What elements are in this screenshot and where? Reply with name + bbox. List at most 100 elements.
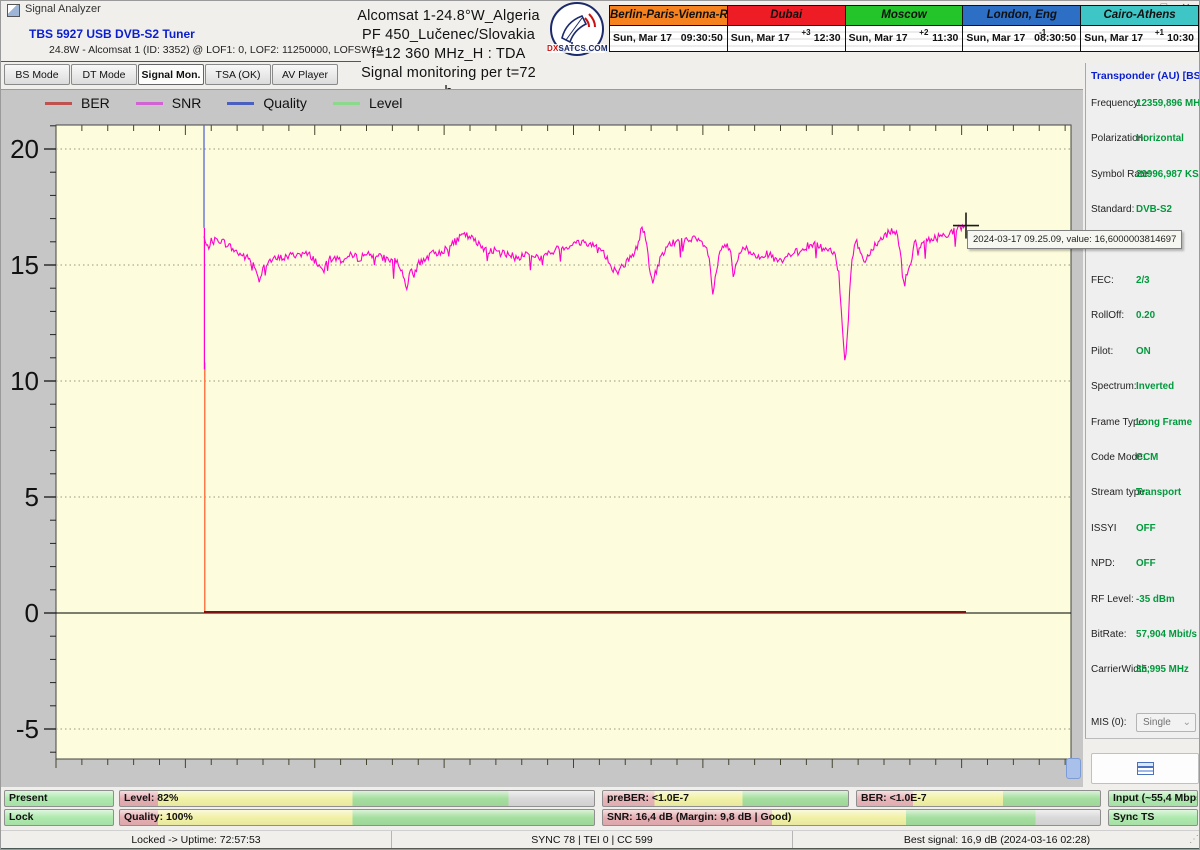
transponder-row: NPD: OFF <box>1086 558 1200 572</box>
indicator-label: BER: <1.0E-7 <box>861 792 927 804</box>
clock-city: Dubai <box>728 6 845 26</box>
signal-indicators: Present Level: 82% preBER: <1.0E-7 BER: <1.… <box>1 790 1200 828</box>
signal-chart[interactable]: 20151050-5 <box>1 90 1083 787</box>
transponder-row: Code Mode: CCM <box>1086 452 1200 466</box>
ber-indicator: BER: <1.0E-7 <box>856 790 1101 807</box>
signal-analyzer-window: Signal Analyzer □ ✕ TBS 5927 USB DVB-S2 … <box>0 0 1200 850</box>
row-value: -35 dBm <box>1136 594 1175 605</box>
status-best-signal: Best signal: 16,9 dB (2024-03-16 02:28) <box>793 831 1200 849</box>
transponder-row: Spectrum: Inverted <box>1086 381 1200 395</box>
world-clocks: Berlin-Paris-Vienna-Roma Sun, Mar 17 09:… <box>609 5 1199 52</box>
clock-london-eng: London, Eng Sun, Mar 17 -1 08:30:50 <box>963 6 1081 51</box>
present-indicator: Present <box>4 790 114 807</box>
legend-item-level: Level <box>333 95 402 111</box>
row-label: BitRate: <box>1091 629 1127 640</box>
legend-item-snr: SNR <box>136 95 202 111</box>
tab-signal-mon-[interactable]: Signal Mon. <box>138 64 204 85</box>
indicator-label: Quality: 100% <box>124 811 193 823</box>
row-label: FEC: <box>1091 275 1114 286</box>
row-label: Standard: <box>1091 204 1134 215</box>
row-label: RollOff: <box>1091 310 1124 321</box>
window-title: Signal Analyzer <box>25 3 101 15</box>
site-line: PF 450_Lučenec/Slovakia <box>356 26 541 45</box>
y-axis-label: -5 <box>16 714 39 744</box>
indicator-label: preBER: <1.0E-7 <box>607 792 689 804</box>
clock-utc-offset: +2 <box>919 28 928 37</box>
snr-indicator: SNR: 16,4 dB (Margin: 9,8 dB | Good) <box>602 809 1101 826</box>
tab-av-player[interactable]: AV Player <box>272 64 338 85</box>
monitoring-header: Alcomsat 1-24.8°W_Algeria PF 450_Lučenec… <box>356 7 541 102</box>
transponder-row: FEC: 2/3 <box>1086 275 1200 289</box>
resize-grip-icon[interactable]: ⋰ <box>1189 834 1199 845</box>
indicator-label: SNR: 16,4 dB (Margin: 9,8 dB | Good) <box>607 811 791 823</box>
y-axis-label: 20 <box>10 134 39 164</box>
legend-label: SNR <box>172 95 202 111</box>
scrollbar-thumb[interactable] <box>1066 758 1081 779</box>
preber-indicator: preBER: <1.0E-7 <box>602 790 849 807</box>
chevron-down-icon: ⌄ <box>1183 714 1191 731</box>
row-label: Pilot: <box>1091 346 1113 357</box>
row-label: Spectrum: <box>1091 381 1137 392</box>
row-value: OFF <box>1136 523 1156 534</box>
clock-time: 09:30:50 <box>681 32 723 44</box>
clock-cairo-athens: Cairo-Athens Sun, Mar 17 +1 10:30 <box>1081 6 1198 51</box>
status-sync-counters: SYNC 78 | TEI 0 | CC 599 <box>392 831 793 849</box>
header-divider <box>1 61 361 62</box>
clock-date: Sun, Mar 17 <box>731 32 790 44</box>
clock-city: Moscow <box>846 6 963 26</box>
transponder-row: RF Level: -35 dBm <box>1086 594 1200 608</box>
legend-label: Level <box>369 95 402 111</box>
satellite-line: Alcomsat 1-24.8°W_Algeria <box>356 7 541 26</box>
row-value: 29996,987 KS/s <box>1136 169 1200 180</box>
clock-berlin-paris-vienna-roma: Berlin-Paris-Vienna-Roma Sun, Mar 17 09:… <box>610 6 728 51</box>
sidebar-export-button[interactable] <box>1091 753 1199 784</box>
clock-time: 12:30 <box>814 32 841 44</box>
row-value: 0.20 <box>1136 310 1155 321</box>
legend-line-swatch <box>45 102 72 105</box>
table-icon <box>1137 762 1154 775</box>
syncts-indicator: Sync TS <box>1108 809 1198 826</box>
chart-tooltip: 2024-03-17 09.25.09, value: 16,600000381… <box>967 230 1182 249</box>
row-value: ON <box>1136 346 1151 357</box>
clock-date: Sun, Mar 17 <box>966 32 1025 44</box>
transponder-row: Standard: DVB-S2 <box>1086 204 1200 218</box>
lock-indicator: Lock <box>4 809 114 826</box>
transponder-sidebar: Transponder (AU) [BS] Frequency: 12359,8… <box>1085 63 1200 739</box>
row-value: 57,904 Mbit/s <box>1136 629 1197 640</box>
input-indicator: Input (~55,4 Mbps) <box>1108 790 1198 807</box>
row-value: DVB-S2 <box>1136 204 1172 215</box>
mis-value: Single <box>1143 717 1171 728</box>
indicator-label: Present <box>9 792 48 804</box>
y-axis-label: 0 <box>25 598 39 628</box>
y-axis-label: 5 <box>25 482 39 512</box>
transponder-row: Frame Type: Long Frame <box>1086 417 1200 431</box>
row-value: Long Frame <box>1136 417 1192 428</box>
tuner-details: 24.8W - Alcomsat 1 (ID: 3352) @ LOF1: 0,… <box>49 44 383 56</box>
sidebar-title: Transponder (AU) [BS] <box>1091 70 1200 82</box>
row-label: ISSYI <box>1091 523 1117 534</box>
tab-dt-mode[interactable]: DT Mode <box>71 64 137 85</box>
logo-text: DXSATCS.COM <box>547 44 605 53</box>
row-value: CCM <box>1136 452 1158 463</box>
app-icon <box>7 4 20 17</box>
legend-line-swatch <box>227 102 254 105</box>
y-axis-label: 10 <box>10 366 39 396</box>
clock-dubai: Dubai Sun, Mar 17 +3 12:30 <box>728 6 846 51</box>
quality-indicator: Quality: 100% <box>119 809 595 826</box>
mis-row: MIS (0): Single ⌄ <box>1086 717 1200 731</box>
tab-row: BS ModeDT ModeSignal Mon.TSA (OK)AV Play… <box>4 64 339 86</box>
mis-dropdown[interactable]: Single ⌄ <box>1136 713 1196 732</box>
dxsatcs-logo: DXSATCS.COM <box>547 2 605 60</box>
clock-date: Sun, Mar 17 <box>849 32 908 44</box>
transponder-row: Pilot: ON <box>1086 346 1200 360</box>
legend-line-swatch <box>136 102 163 105</box>
indicator-label: Level: 82% <box>124 792 178 804</box>
legend-item-quality: Quality <box>227 95 307 111</box>
legend-label: Quality <box>263 95 307 111</box>
transponder-row: CarrierWidth: 35,995 MHz <box>1086 664 1200 678</box>
tab-bs-mode[interactable]: BS Mode <box>4 64 70 85</box>
tab-tsa-ok-[interactable]: TSA (OK) <box>205 64 271 85</box>
indicator-label: Lock <box>9 811 34 823</box>
transponder-row: Symbol Rate: 29996,987 KS/s <box>1086 169 1200 183</box>
row-value: Horizontal <box>1136 133 1184 144</box>
